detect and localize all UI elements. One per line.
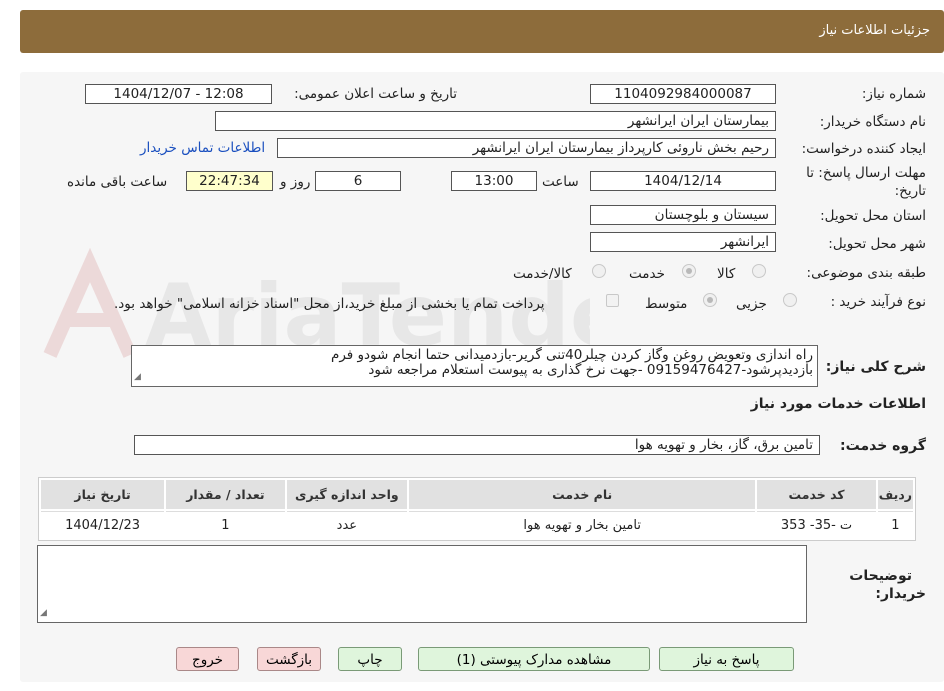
deadline-time-label: ساعت <box>542 174 579 190</box>
service-group-field: تامین برق، گاز، بخار و تهویه هوا <box>134 435 820 455</box>
process-option-medium: متوسط <box>645 296 688 312</box>
process-radio-minor[interactable] <box>783 293 797 307</box>
table-row: 1 ت -35- 353 تامین بخار و تهویه هوا عدد … <box>41 511 913 538</box>
creator-label: ایجاد کننده درخواست: <box>801 141 926 157</box>
announce-field: 1404/12/07 - 12:08 <box>85 84 272 104</box>
buyer-notes-label-2: خریدار: <box>875 586 926 602</box>
service-group-label: گروه خدمت: <box>840 438 926 454</box>
buyer-contact-link[interactable]: اطلاعات تماس خریدار <box>140 140 265 156</box>
reply-to-need-button[interactable]: پاسخ به نیاز <box>659 647 794 671</box>
process-option-minor: جزیی <box>736 296 767 312</box>
cell-need-date: 1404/12/23 <box>41 511 165 538</box>
col-header-service-name: نام خدمت <box>409 480 756 509</box>
deadline-time-field: 13:00 <box>451 171 537 191</box>
page-header: جزئیات اطلاعات نیاز <box>20 10 944 53</box>
view-attachments-button[interactable]: مشاهده مدارک پیوستی (1) <box>418 647 650 671</box>
buyer-org-field: بیمارستان ایران ایرانشهر <box>215 111 776 131</box>
buyer-org-label: نام دستگاه خریدار: <box>819 114 926 130</box>
category-radio-service[interactable] <box>682 264 696 278</box>
col-header-unit: واحد اندازه گیری <box>286 480 408 509</box>
cell-quantity: 1 <box>166 511 285 538</box>
col-header-service-code: کد خدمت <box>757 480 876 509</box>
category-option-goods: کالا <box>717 266 736 282</box>
days-label: روز و <box>280 174 311 190</box>
province-label: استان محل تحویل: <box>820 208 926 224</box>
category-radio-goods-service[interactable] <box>592 264 606 278</box>
need-number-field: 1104092984000087 <box>590 84 776 104</box>
description-line-1: راه اندازی وتعویض روغن وگاز کردن چیلر40ت… <box>330 347 813 363</box>
services-section-title: اطلاعات خدمات مورد نیاز <box>750 396 926 412</box>
province-field: سیستان و بلوچستان <box>590 205 776 225</box>
category-option-goods-service: کالا/خدمت <box>513 266 572 282</box>
print-button[interactable]: چاپ <box>338 647 402 671</box>
table-header-row: ردیف کد خدمت نام خدمت واحد اندازه گیری ت… <box>41 480 913 509</box>
city-label: شهر محل تحویل: <box>828 236 926 252</box>
col-header-quantity: تعداد / مقدار <box>166 480 285 509</box>
cell-row-number: 1 <box>877 511 913 538</box>
buyer-notes-label: توضیحات <box>849 568 912 584</box>
category-option-service: خدمت <box>629 266 665 282</box>
page-title: جزئیات اطلاعات نیاز <box>819 23 930 38</box>
exit-button[interactable]: خروج <box>176 647 239 671</box>
deadline-date-field: 1404/12/14 <box>590 171 776 191</box>
treasury-payment-note: پرداخت تمام یا بخشی از مبلغ خرید،از محل … <box>114 296 545 312</box>
resize-grip-icon[interactable]: ◢ <box>40 606 47 621</box>
cell-unit: عدد <box>286 511 408 538</box>
col-header-need-date: تاریخ نیاز <box>41 480 165 509</box>
buyer-notes-textarea[interactable]: ◢ <box>37 545 807 623</box>
col-header-row-number: ردیف <box>877 480 913 509</box>
remaining-time-field: 22:47:34 <box>186 171 273 191</box>
resize-grip-icon[interactable]: ◢ <box>134 370 141 385</box>
announce-label: تاریخ و ساعت اعلان عمومی: <box>294 86 457 102</box>
days-field: 6 <box>315 171 401 191</box>
category-label: طبقه بندی موضوعی: <box>806 265 926 281</box>
services-table: ردیف کد خدمت نام خدمت واحد اندازه گیری ت… <box>38 477 916 541</box>
creator-field: رحیم بخش ناروئی کارپرداز بیمارستان ایران… <box>277 138 776 158</box>
cell-service-code: ت -35- 353 <box>757 511 876 538</box>
category-radio-goods[interactable] <box>752 264 766 278</box>
treasury-payment-checkbox[interactable] <box>606 294 619 307</box>
description-textarea[interactable]: راه اندازی وتعویض روغن وگاز کردن چیلر40ت… <box>131 345 818 387</box>
description-label: شرح کلی نیاز: <box>825 359 926 375</box>
back-button[interactable]: بازگشت <box>257 647 321 671</box>
need-number-label: شماره نیاز: <box>861 86 926 102</box>
city-field: ایرانشهر <box>590 232 776 252</box>
process-radio-medium[interactable] <box>703 293 717 307</box>
description-line-2: بازدیدپرشود-09159476427 -جهت نرخ گذاری ب… <box>368 362 813 378</box>
remaining-label: ساعت باقی مانده <box>67 174 168 190</box>
process-label: نوع فرآیند خرید : <box>830 294 926 310</box>
cell-service-name: تامین بخار و تهویه هوا <box>409 511 756 538</box>
deadline-label-date: تاریخ: <box>894 183 926 199</box>
deadline-label: مهلت ارسال پاسخ: تا <box>806 165 926 181</box>
